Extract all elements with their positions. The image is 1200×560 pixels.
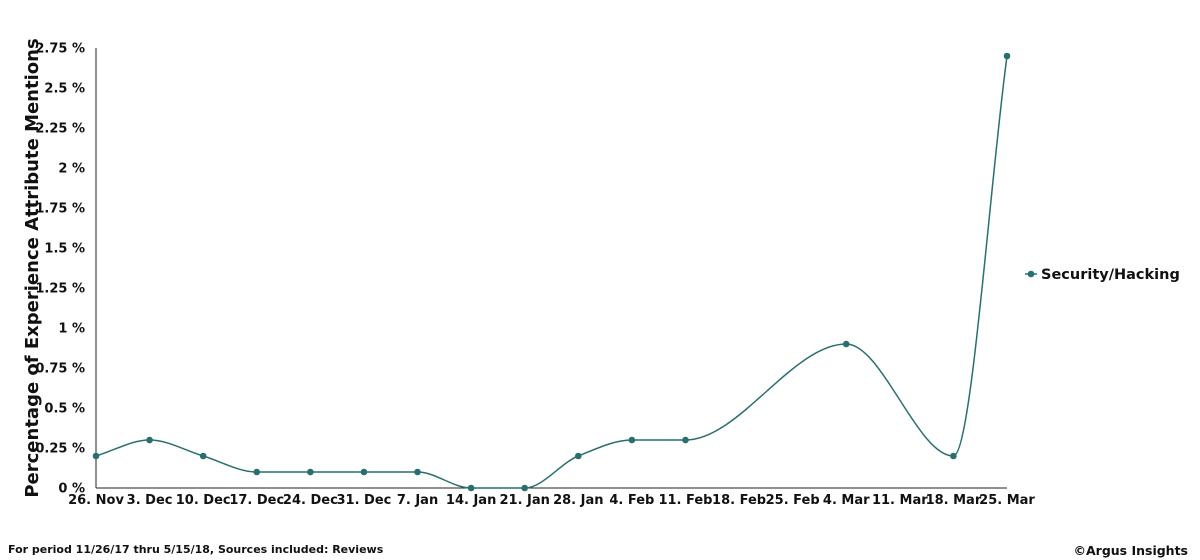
data-point[interactable]	[467, 484, 475, 492]
x-tick-label: 18. Mar	[926, 493, 982, 508]
x-tick-label: 4. Mar	[823, 493, 870, 508]
x-tick-label: 3. Dec	[127, 493, 173, 508]
x-tick-label: 28. Jan	[553, 493, 603, 508]
data-point[interactable]	[199, 452, 207, 460]
data-point[interactable]	[414, 468, 421, 476]
x-tick-label: 17. Dec	[229, 493, 284, 508]
legend-marker	[1027, 270, 1035, 278]
data-point[interactable]	[146, 436, 153, 444]
data-point[interactable]	[92, 452, 100, 460]
data-point[interactable]	[307, 468, 314, 476]
x-tick-label: 24. Dec	[283, 493, 338, 508]
x-tick-label: 21. Jan	[499, 493, 549, 508]
legend[interactable]: Security/Hacking	[1025, 267, 1180, 283]
data-point[interactable]	[360, 468, 368, 476]
data-point[interactable]	[521, 484, 529, 492]
legend-label: Security/Hacking	[1041, 267, 1180, 283]
x-tick-label: 18. Feb	[712, 493, 766, 508]
y-tick-label: 2.5 %	[44, 82, 85, 97]
chart-area: 0 % 0.25 % 0.5 % 0.75 % 1 % 1.25 % 1.5 % 1.75 %…	[0, 0, 1200, 560]
footer-period-text: For period 11/26/17 thru 5/15/18, Source…	[8, 543, 384, 556]
y-axis-title: Percentage of Experience Attribute Menti…	[22, 38, 43, 497]
data-point[interactable]	[253, 468, 261, 476]
series-line	[95, 55, 1008, 489]
y-tick-label: 0.5 %	[44, 402, 85, 417]
x-tick-label: 31. Dec	[337, 493, 392, 508]
x-tick-label: 25. Feb	[766, 493, 820, 508]
x-tick-label: 25. Mar	[979, 493, 1035, 508]
series-security-hacking	[92, 52, 1011, 492]
line-chart: 0 %0.25 %0.5 %0.75 %1 %1.25 %1.5 %1.75 %…	[22, 38, 1180, 508]
data-point[interactable]	[628, 436, 636, 444]
x-tick-label: 10. Dec	[176, 493, 231, 508]
x-tick-label: 4. Feb	[609, 493, 654, 508]
x-tick-label: 11. Mar	[872, 493, 928, 508]
y-axis: 0 %0.25 %0.5 %0.75 %1 %1.25 %1.5 %1.75 %…	[35, 42, 97, 497]
footer-copyright: ©Argus Insights	[1073, 543, 1188, 558]
x-tick-label: 11. Feb	[658, 493, 712, 508]
x-tick-label: 26. Nov	[68, 493, 124, 508]
x-tick-label: 7. Jan	[397, 493, 438, 508]
x-tick-label: 14. Jan	[446, 493, 496, 508]
data-point[interactable]	[1003, 52, 1011, 60]
x-axis: 26. Nov 3. Dec 10. Dec17. Dec24. Dec31. De…	[68, 487, 1035, 508]
y-tick-label: 1 %	[58, 322, 85, 337]
y-tick-label: 2 %	[58, 162, 85, 177]
data-point[interactable]	[950, 452, 957, 460]
y-tick-label: 1.5 %	[44, 242, 85, 257]
data-point[interactable]	[682, 436, 689, 444]
data-point[interactable]	[574, 452, 582, 460]
data-point[interactable]	[842, 340, 850, 348]
